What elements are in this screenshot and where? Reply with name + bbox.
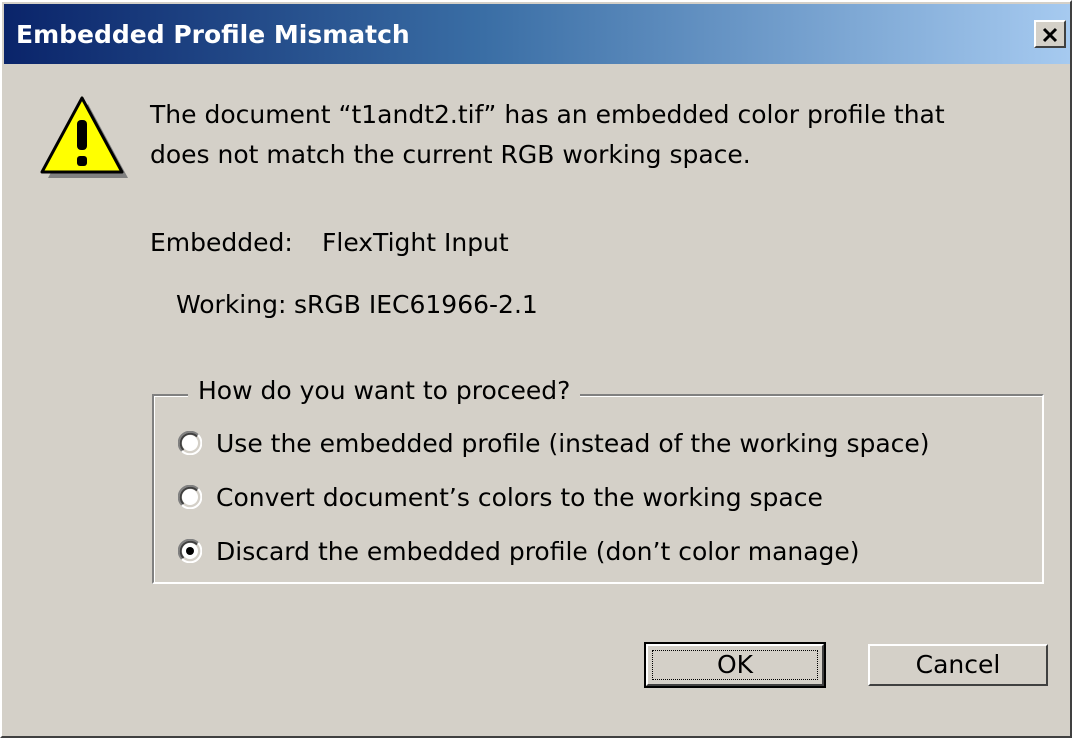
close-icon — [1042, 27, 1058, 43]
message-line-2: does not match the current RGB working s… — [150, 140, 751, 169]
radio-label: Convert document’s colors to the working… — [216, 482, 823, 512]
radio-use-embedded[interactable]: Use the embedded profile (instead of the… — [177, 426, 930, 460]
embedded-label: Embedded: — [150, 228, 293, 257]
radio-button[interactable] — [177, 484, 203, 510]
cancel-button[interactable]: Cancel — [868, 644, 1048, 686]
focus-rect — [652, 650, 818, 680]
radio-label: Use the embedded profile (instead of the… — [216, 428, 930, 458]
radio-label: Discard the embedded profile (don’t colo… — [216, 536, 860, 566]
working-label: Working: — [176, 290, 287, 319]
embedded-profile-value: FlexTight Input — [322, 228, 509, 257]
message-line-1: The document “t1andt2.tif” has an embedd… — [150, 100, 945, 129]
warning-icon — [40, 96, 128, 178]
radio-button-selected[interactable] — [177, 538, 203, 564]
close-button[interactable] — [1034, 20, 1066, 48]
cancel-button-label: Cancel — [915, 650, 1001, 679]
radio-discard-profile[interactable]: Discard the embedded profile (don’t colo… — [177, 534, 860, 568]
ok-button[interactable]: OK — [644, 642, 826, 688]
radio-convert-colors[interactable]: Convert document’s colors to the working… — [177, 480, 823, 514]
radio-button[interactable] — [177, 430, 203, 456]
radio-dot-icon — [186, 547, 194, 555]
window-title: Embedded Profile Mismatch — [16, 20, 410, 49]
embedded-profile-mismatch-dialog: Embedded Profile Mismatch The document “… — [0, 0, 1072, 738]
title-bar[interactable]: Embedded Profile Mismatch — [4, 4, 1070, 64]
proceed-question: How do you want to proceed? — [188, 376, 581, 405]
working-space-value: sRGB IEC61966-2.1 — [294, 290, 538, 319]
